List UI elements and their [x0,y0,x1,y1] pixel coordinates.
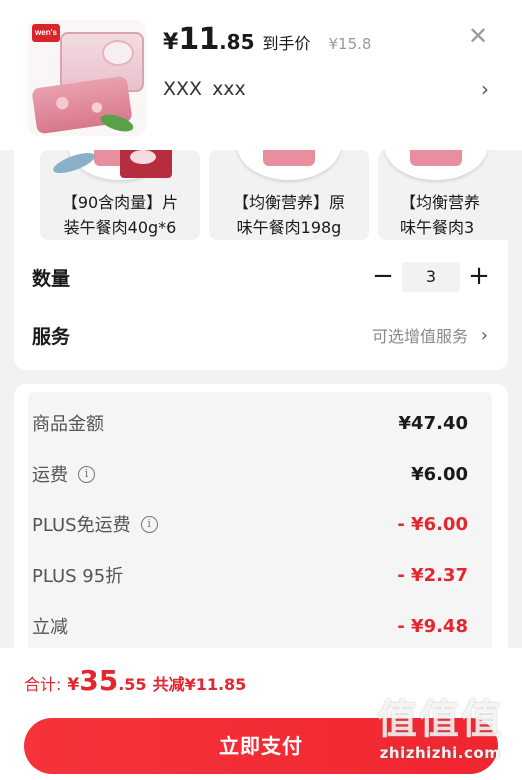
price-decimal: .85 [219,30,255,54]
fee-value: ¥6.00 [411,463,468,485]
fee-value: ¥47.40 [398,412,468,434]
chevron-right-icon: › [481,77,489,101]
quantity-label: 数量 [32,267,71,290]
total-row: 合计: ¥ 35 .55 共减¥11.85 [24,664,246,700]
variant-label: 【均衡营养 味午餐肉3 [400,193,481,237]
info-icon[interactable]: i [78,465,95,483]
variant-image [209,150,369,186]
product-header: wen's ¥ 11 .85 到手价 ¥15.8 ✕ XXX xxx › [0,0,522,150]
plate-image [237,150,341,180]
price-row: ¥ 11 .85 到手价 ¥15.8 [163,22,371,58]
close-icon[interactable]: ✕ [466,24,490,48]
service-row[interactable]: 服务 可选增值服务 › [32,320,494,350]
fee-value: - ¥2.37 [397,564,468,586]
quantity-plus-button[interactable]: + [464,262,494,292]
brand-logo: wen's [32,24,60,42]
plate-image [384,150,488,180]
fee-label: PLUS免运费 [32,515,131,536]
total-saving: 共减¥11.85 [152,675,247,694]
chevron-right-icon: › [480,324,488,346]
price-integer: 11 [178,22,220,57]
variant-image [40,150,200,186]
price-symbol: ¥ [163,30,179,55]
variant-option-3[interactable]: 【均衡营养 味午餐肉3 [378,150,508,240]
fee-row-instant-discount: 立减 - ¥9.48 [32,611,468,641]
fee-value: - ¥6.00 [397,513,468,535]
checkout-footer: 合计: ¥ 35 .55 共减¥11.85 立即支付 [0,648,522,780]
variant-list: 【90含肉量】片 装午餐肉40g*6 【均衡营养】原 味午餐肉198g 【均衡营… [40,150,508,240]
variant-label: 【均衡营养】原 味午餐肉198g [232,193,345,237]
variant-option-2[interactable]: 【均衡营养】原 味午餐肉198g [209,150,369,240]
original-price: ¥15.8 [328,35,372,53]
quantity-input[interactable]: 3 [402,262,460,292]
variant-image [378,150,508,186]
service-label: 服务 [32,325,71,348]
fee-row-plus-discount: PLUS 95折 - ¥2.37 [32,560,468,590]
fee-label: 商品金额 [32,414,104,435]
selected-spec-row[interactable]: XXX xxx › [163,74,493,104]
total-integer: 35 [79,664,119,697]
fee-label: 运费 [32,465,68,486]
spec-text-a: XXX [163,78,203,100]
quantity-minus-button[interactable]: − [368,262,398,292]
product-thumbnail[interactable]: wen's [28,20,146,136]
spec-text-b: xxx [212,78,246,100]
total-label: 合计: [24,675,62,694]
fee-label: 立减 [32,617,68,638]
info-icon[interactable]: i [140,515,158,533]
total-symbol: ¥ [67,675,80,695]
fee-label: PLUS 95折 [32,566,124,587]
fee-row-goods-amount: 商品金额 ¥47.40 [32,408,468,438]
service-value: 可选增值服务 [371,327,468,346]
package-image [120,150,172,178]
pay-now-button[interactable]: 立即支付 [24,718,498,774]
fee-row-plus-free-shipping: PLUS免运费 i - ¥6.00 [32,509,468,539]
total-decimal: .55 [118,675,147,694]
variant-label: 【90含肉量】片 装午餐肉40g*6 [61,193,179,237]
variant-option-1[interactable]: 【90含肉量】片 装午餐肉40g*6 [40,150,200,240]
fee-value: - ¥9.48 [397,615,468,637]
quantity-row: 数量 − 3 + [32,262,494,292]
price-tag: 到手价 [262,34,311,53]
fee-row-shipping: 运费 i ¥6.00 [32,459,468,489]
